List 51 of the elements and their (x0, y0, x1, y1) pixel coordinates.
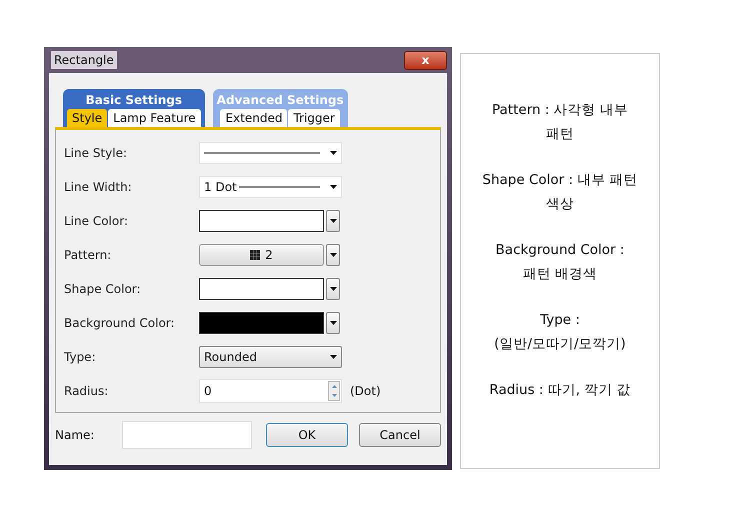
note-text: Pattern : 사각형 내부 패턴 (492, 101, 628, 144)
dialog-button[interactable]: Cancel (359, 423, 441, 447)
name-label: Name: (55, 427, 96, 444)
field-label: Line Style: (64, 145, 128, 162)
tab[interactable]: Trigger (288, 109, 340, 127)
caret-icon (330, 151, 337, 155)
field-label: Line Color: (64, 213, 129, 230)
radius-field[interactable]: 0 (199, 379, 342, 403)
note-text: Shape Color : 내부 패턴 색상 (482, 171, 638, 214)
caret-icon (330, 355, 337, 359)
dropdown-button[interactable] (326, 312, 340, 334)
line-sample-icon (204, 152, 320, 154)
note-text: Radius : 따기, 깍기 값 (489, 381, 631, 400)
caret-icon (330, 321, 336, 325)
tab[interactable]: Extended (220, 109, 288, 127)
field-label: Pattern: (64, 247, 112, 264)
window-title: Rectangle (51, 51, 117, 69)
dropdown-button[interactable] (326, 244, 340, 266)
field-label: Line Width: (64, 179, 133, 196)
grid-icon (250, 250, 260, 260)
line-sample-icon (238, 186, 320, 188)
dropdown-button[interactable] (326, 278, 340, 300)
unit-label: (Dot) (350, 383, 381, 400)
field-label: Shape Color: (64, 281, 142, 298)
close-button[interactable]: x (404, 50, 447, 70)
tab-group-label: Basic Settings (86, 92, 182, 109)
caret-icon (330, 219, 336, 223)
spin-buttons[interactable] (328, 381, 340, 401)
field-label: Radius: (64, 383, 110, 400)
note-text: Background Color : 패턴 배경색 (496, 241, 624, 284)
caret-icon (330, 253, 336, 257)
dialog-button[interactable]: OK (266, 423, 348, 447)
dropdown-button[interactable] (326, 210, 340, 232)
type-select[interactable]: Rounded (199, 346, 342, 368)
tab-group[interactable]: Advanced Settings Extended Trigger (212, 89, 348, 127)
tab-group-label: Advanced Settings (216, 92, 344, 109)
tab[interactable]: Lamp Feature (108, 109, 201, 127)
color-swatch[interactable] (199, 210, 324, 232)
field-label: Type: (64, 349, 97, 366)
pattern-button[interactable]: 2 (199, 244, 324, 266)
caret-icon (330, 287, 336, 291)
tab[interactable]: Style (67, 109, 108, 127)
color-swatch[interactable] (199, 312, 324, 334)
name-field[interactable] (122, 421, 252, 449)
caret-icon (330, 185, 337, 189)
line-select[interactable] (199, 142, 342, 164)
field-label: Background Color: (64, 315, 176, 332)
color-swatch[interactable] (199, 278, 324, 300)
line-select[interactable]: 1 Dot (199, 176, 342, 198)
tab-group[interactable]: Basic Settings Style Lamp Feature (63, 89, 205, 127)
note-text: Type : (일반/모따기/모깍기) (494, 311, 626, 354)
